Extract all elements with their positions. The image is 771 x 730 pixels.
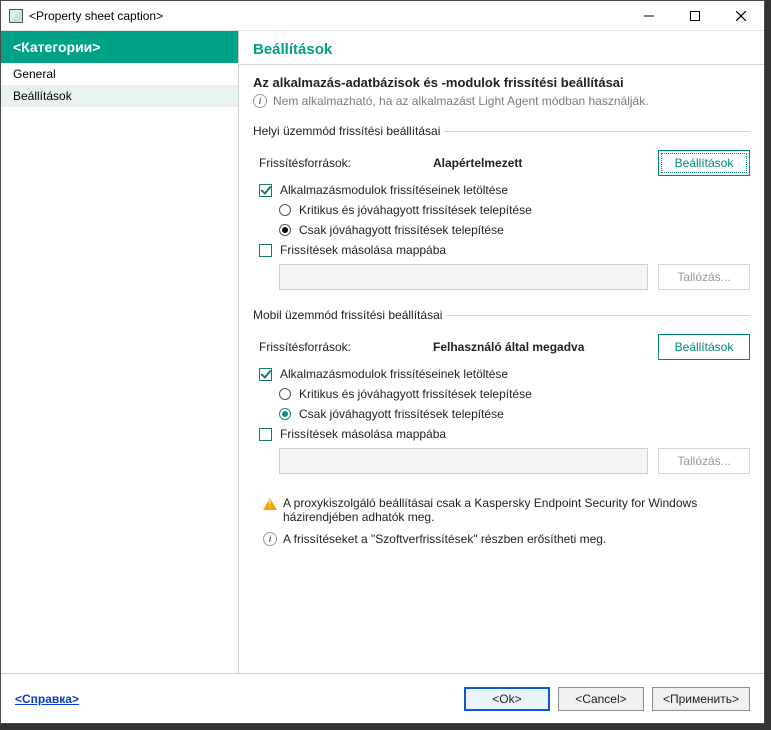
main-panel: Beállítások Az alkalmazás-adatbázisok és… xyxy=(239,31,764,673)
help-link[interactable]: <Справка> xyxy=(15,692,79,706)
button-label: <Ok> xyxy=(492,692,521,706)
button-label: <Cancel> xyxy=(575,692,626,706)
group-mobile-legend: Mobil üzemmód frissítési beállításai xyxy=(253,308,446,322)
local-path-input xyxy=(279,264,648,290)
titlebar: <Property sheet caption> xyxy=(1,1,764,31)
content-area: <Категории> General Beállítások Beállítá… xyxy=(1,31,764,673)
group-local-mode: Helyi üzemmód frissítési beállításai Fri… xyxy=(253,124,750,298)
local-path-row: Tallózás... xyxy=(253,260,750,294)
window-title: <Property sheet caption> xyxy=(29,9,626,23)
button-label: Beállítások xyxy=(675,156,734,170)
radio-label: Csak jóváhagyott frissítések telepítése xyxy=(299,407,504,421)
ok-button[interactable]: <Ok> xyxy=(464,687,550,711)
mobile-radio-critical-approved[interactable]: Kritikus és jóváhagyott frissítések tele… xyxy=(253,384,750,404)
checkbox-label: Frissítések másolása mappába xyxy=(280,427,446,441)
mobile-path-row: Tallózás... xyxy=(253,444,750,478)
button-label: Beállítások xyxy=(675,340,734,354)
group-local-legend: Helyi üzemmód frissítési beállításai xyxy=(253,124,444,138)
mobile-path-input xyxy=(279,448,648,474)
sidebar: <Категории> General Beállítások xyxy=(1,31,239,673)
sidebar-item-general[interactable]: General xyxy=(1,63,238,85)
local-sources-row: Frissítésforrások: Alapértelmezett Beáll… xyxy=(253,146,750,180)
cancel-button[interactable]: <Cancel> xyxy=(558,687,644,711)
checkbox-unchecked-icon xyxy=(259,428,272,441)
mobile-sources-value: Felhasználó által megadva xyxy=(433,340,658,354)
sidebar-item-settings[interactable]: Beállítások xyxy=(1,85,238,107)
radio-selected-icon xyxy=(279,408,291,420)
checkbox-checked-icon xyxy=(259,184,272,197)
local-radio-critical-approved[interactable]: Kritikus és jóváhagyott frissítések tele… xyxy=(253,200,750,220)
local-browse-button: Tallózás... xyxy=(658,264,750,290)
radio-unselected-icon xyxy=(279,388,291,400)
mobile-browse-button: Tallózás... xyxy=(658,448,750,474)
info-icon: i xyxy=(263,532,277,546)
checkbox-label: Alkalmazásmodulok frissítéseinek letölté… xyxy=(280,183,508,197)
button-label: Tallózás... xyxy=(677,270,730,284)
proxy-warning-row: A proxykiszolgáló beállításai csak a Kas… xyxy=(239,492,764,528)
checkbox-label: Frissítések másolása mappába xyxy=(280,243,446,257)
mobile-sources-label: Frissítésforrások: xyxy=(253,340,433,354)
app-icon xyxy=(9,9,23,23)
local-sources-label: Frissítésforrások: xyxy=(253,156,433,170)
sidebar-item-label: Beállítások xyxy=(13,89,72,103)
not-applicable-note: i Nem alkalmazható, ha az alkalmazást Li… xyxy=(239,90,764,118)
page-title: Beállítások xyxy=(239,31,764,65)
minimize-button[interactable] xyxy=(626,1,672,30)
radio-label: Kritikus és jóváhagyott frissítések tele… xyxy=(299,387,532,401)
maximize-button[interactable] xyxy=(672,1,718,30)
warning-icon xyxy=(263,498,277,510)
proxy-warning-text: A proxykiszolgáló beállításai csak a Kas… xyxy=(283,496,750,524)
not-applicable-text: Nem alkalmazható, ha az alkalmazást Ligh… xyxy=(273,94,649,108)
checkbox-label: Alkalmazásmodulok frissítéseinek letölté… xyxy=(280,367,508,381)
footer: <Справка> <Ok> <Cancel> <Применить> xyxy=(1,673,764,723)
mobile-copy-to-folder-checkbox-row[interactable]: Frissítések másolása mappába xyxy=(253,424,750,444)
local-sources-value: Alapértelmezett xyxy=(433,156,658,170)
mobile-settings-button[interactable]: Beállítások xyxy=(658,334,750,360)
mobile-download-modules-checkbox-row[interactable]: Alkalmazásmodulok frissítéseinek letölté… xyxy=(253,364,750,384)
window-controls xyxy=(626,1,764,30)
software-updates-note-row: i A frissítéseket a "Szoftverfrissítések… xyxy=(239,528,764,550)
group-mobile-mode: Mobil üzemmód frissítési beállításai Fri… xyxy=(253,308,750,482)
section-heading: Az alkalmazás-adatbázisok és -modulok fr… xyxy=(239,69,764,90)
local-download-modules-checkbox-row[interactable]: Alkalmazásmodulok frissítéseinek letölté… xyxy=(253,180,750,200)
help-link-label: <Справка> xyxy=(15,692,79,706)
radio-label: Csak jóváhagyott frissítések telepítése xyxy=(299,223,504,237)
checkbox-unchecked-icon xyxy=(259,244,272,257)
mobile-radio-approved-only[interactable]: Csak jóváhagyott frissítések telepítése xyxy=(253,404,750,424)
local-copy-to-folder-checkbox-row[interactable]: Frissítések másolása mappába xyxy=(253,240,750,260)
button-label: Tallózás... xyxy=(677,454,730,468)
sidebar-item-label: General xyxy=(13,67,56,81)
checkbox-checked-icon xyxy=(259,368,272,381)
apply-button[interactable]: <Применить> xyxy=(652,687,750,711)
mobile-sources-row: Frissítésforrások: Felhasználó által meg… xyxy=(253,330,750,364)
software-updates-text: A frissítéseket a "Szoftverfrissítések" … xyxy=(283,532,750,546)
radio-selected-icon xyxy=(279,224,291,236)
sidebar-header: <Категории> xyxy=(1,31,238,63)
radio-label: Kritikus és jóváhagyott frissítések tele… xyxy=(299,203,532,217)
local-settings-button[interactable]: Beállítások xyxy=(658,150,750,176)
close-button[interactable] xyxy=(718,1,764,30)
window: <Property sheet caption> <Категории> Gen… xyxy=(0,0,765,724)
info-icon: i xyxy=(253,94,267,108)
local-radio-approved-only[interactable]: Csak jóváhagyott frissítések telepítése xyxy=(253,220,750,240)
radio-unselected-icon xyxy=(279,204,291,216)
button-label: <Применить> xyxy=(663,692,739,706)
